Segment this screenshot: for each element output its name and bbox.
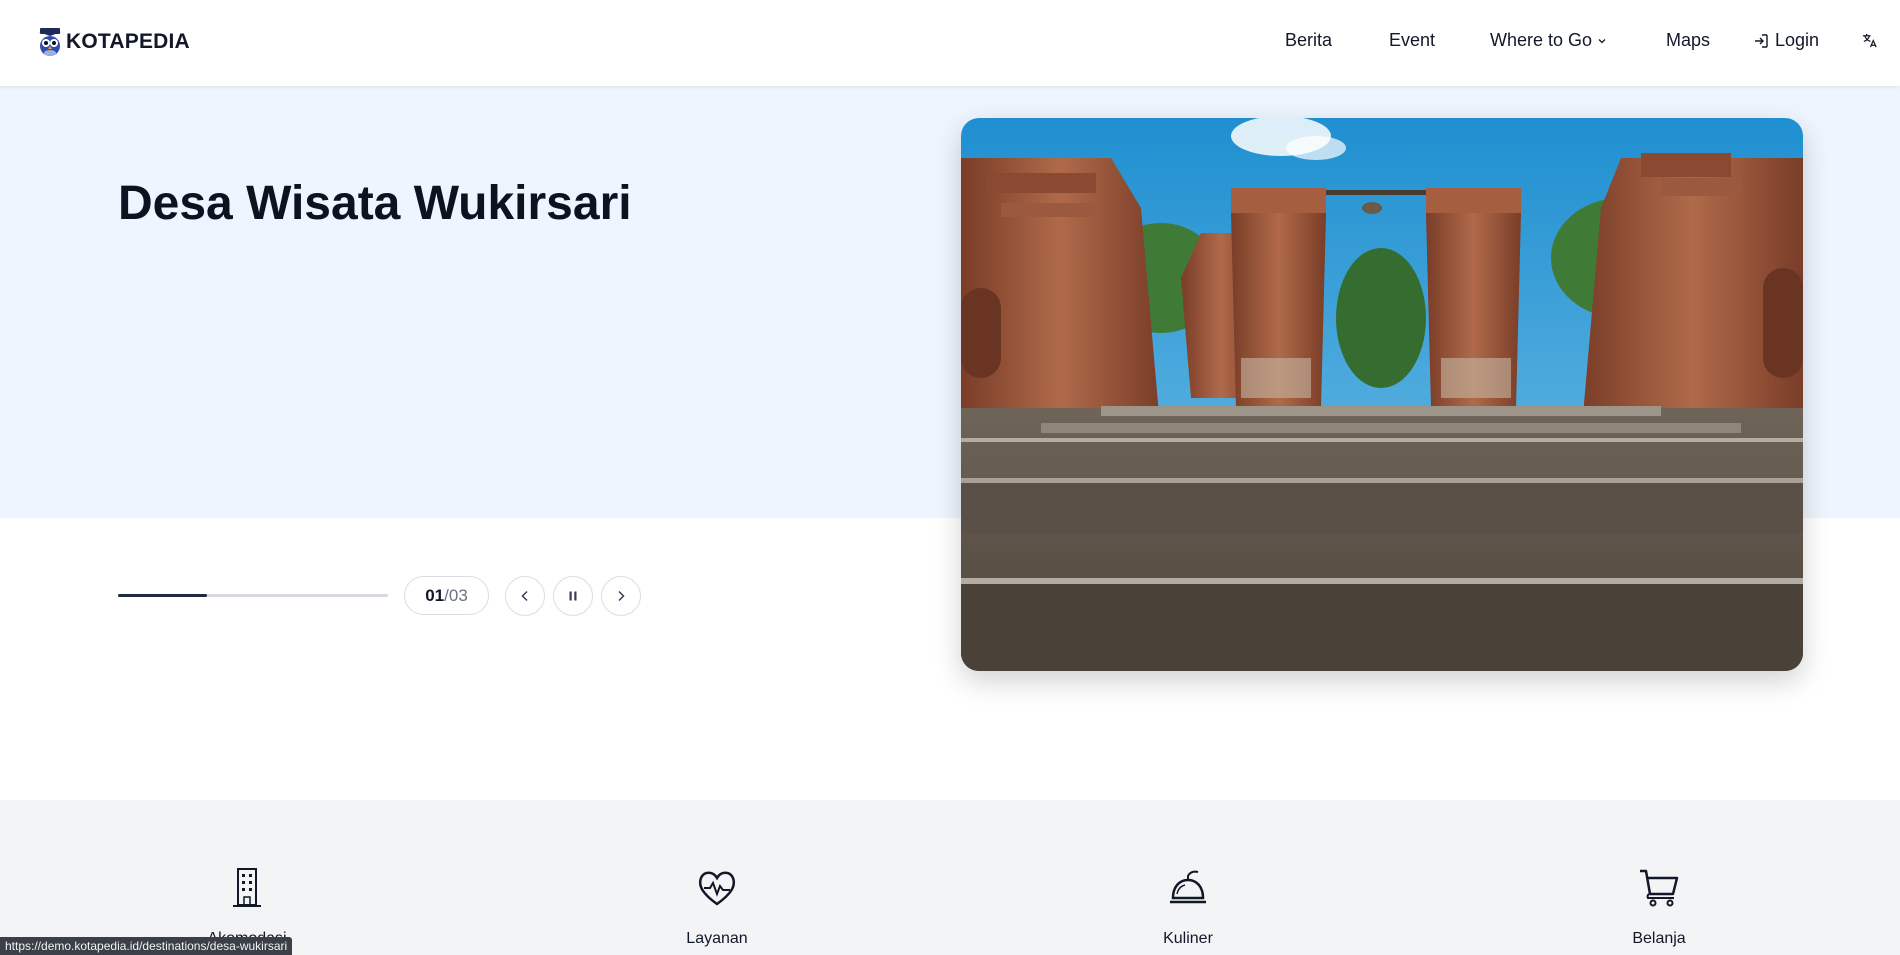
site-header: KOTAPEDIA Berita Event Where to Go Maps … [0,0,1900,86]
slide-counter: 01/03 [404,576,489,615]
slide-progress-fill [118,594,208,597]
brand-name: KOTAPEDIA [66,30,190,53]
nav-where-to-go-label: Where to Go [1490,30,1593,50]
category-akomodasi[interactable]: Akomodasi [167,866,327,948]
owl-logo-icon [39,28,61,56]
slide-progress-bar [118,594,388,597]
food-cloche-icon [1170,870,1206,904]
brand-logo[interactable]: KOTAPEDIA [38,24,190,60]
chevron-left-icon [521,590,528,602]
hero-image[interactable] [961,118,1803,671]
status-bar-url: https://demo.kotapedia.id/destinations/d… [0,937,293,955]
chevron-down-icon [1598,38,1606,43]
building-icon [233,868,261,907]
login-icon [1755,33,1768,48]
next-slide-button[interactable] [601,576,641,616]
slide-total: /03 [444,585,468,605]
nav-login[interactable]: Login [1753,30,1819,51]
category-label: Kuliner [1163,930,1213,947]
category-kuliner[interactable]: Kuliner [1108,866,1268,948]
nav-where-to-go[interactable]: Where to Go [1490,30,1606,51]
category-layanan[interactable]: Layanan [637,866,797,948]
translate-button[interactable] [1861,32,1878,49]
pause-slide-button[interactable] [553,576,593,616]
heart-pulse-icon [699,871,735,906]
chevron-right-icon [618,590,625,602]
category-label: Belanja [1632,930,1686,947]
nav-berita[interactable]: Berita [1285,30,1332,51]
pause-icon [569,591,577,601]
temple-stairs-photo [961,118,1803,671]
translate-icon [1862,33,1877,48]
nav-event[interactable]: Event [1389,30,1435,51]
slide-current: 01 [425,585,445,605]
category-label: Layanan [686,930,748,947]
prev-slide-button[interactable] [505,576,545,616]
nav-maps[interactable]: Maps [1666,30,1710,51]
category-belanja[interactable]: Belanja [1579,866,1739,948]
nav-login-label: Login [1775,30,1820,50]
shopping-cart-icon [1640,869,1679,907]
hero-title: Desa Wisata Wukirsari [118,177,632,230]
